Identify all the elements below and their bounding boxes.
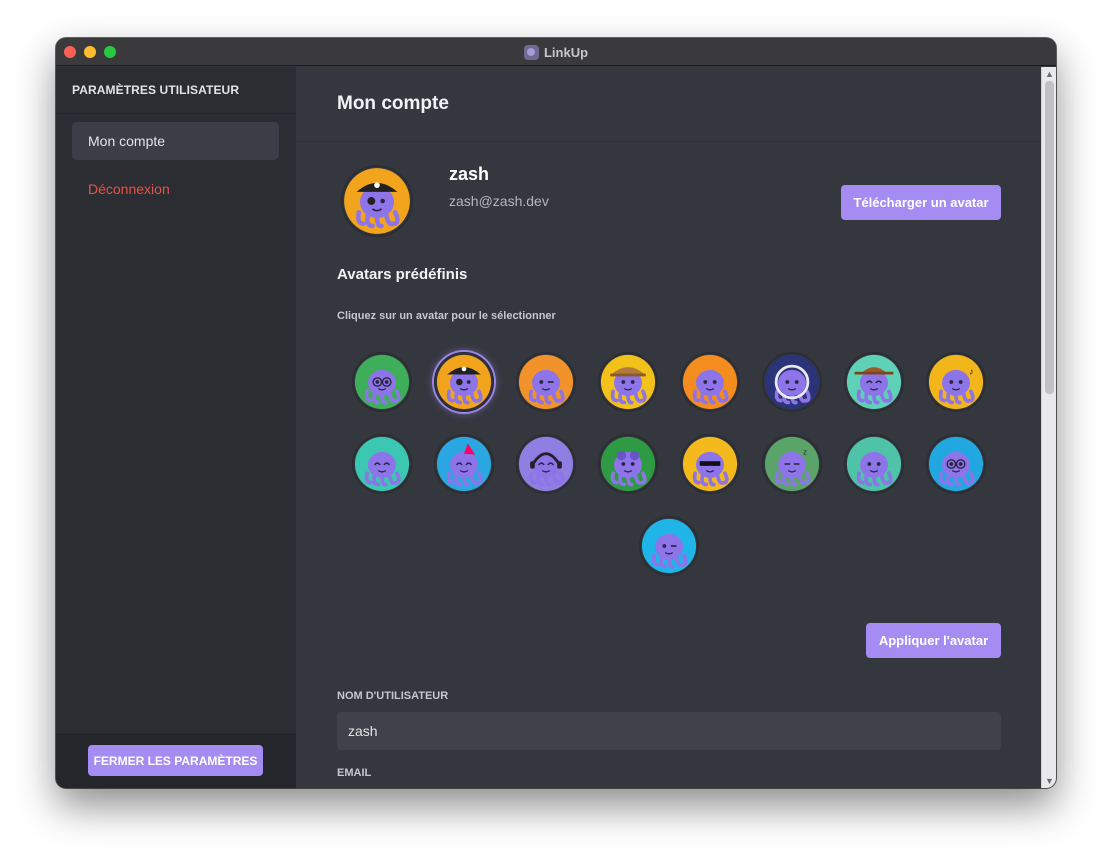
app-logo-icon: [523, 44, 539, 60]
username-label: NOM D'UTILISATEUR: [337, 690, 449, 702]
preset-avatar-wink[interactable]: [516, 352, 576, 412]
window-title-group: LinkUp: [56, 38, 1056, 66]
preset-avatar-happy[interactable]: [352, 434, 412, 494]
sidebar-footer: FERMER LES PARAMÈTRES: [56, 732, 296, 788]
page-title: Mon compte: [296, 67, 1041, 142]
sidebar-item-account[interactable]: Mon compte: [72, 122, 279, 160]
preset-avatar-explorer[interactable]: [598, 352, 658, 412]
preset-avatars-hint: Cliquez sur un avatar pour le sélectionn…: [337, 310, 556, 322]
scroll-thumb[interactable]: [1045, 81, 1054, 394]
title-bar: LinkUp: [56, 38, 1056, 66]
username-input[interactable]: [337, 712, 1001, 750]
preset-avatar-sunglasses[interactable]: [680, 434, 740, 494]
email-label: EMAIL: [337, 767, 372, 779]
preset-avatar-cowboy[interactable]: [844, 352, 904, 412]
preset-avatar-grumpy[interactable]: [680, 352, 740, 412]
apply-avatar-button[interactable]: Appliquer l'avatar: [866, 623, 1001, 658]
svg-text:♪: ♪: [969, 367, 974, 377]
account-panel: Mon compte zash zash@zash.dev Télécharge…: [296, 67, 1056, 788]
app-window: LinkUp PARAMÈTRES UTILISATEUR Mon compte…: [56, 38, 1056, 788]
scroll-up-arrow-icon[interactable]: ▲: [1042, 67, 1056, 81]
preset-avatar-frog[interactable]: [598, 434, 658, 494]
preset-avatar-wink-blue[interactable]: [639, 516, 699, 576]
settings-sidebar: PARAMÈTRES UTILISATEUR Mon compte Déconn…: [56, 67, 296, 788]
profile-avatar: [341, 165, 413, 237]
preset-avatar-sleepy[interactable]: z: [762, 434, 822, 494]
preset-avatar-pirate[interactable]: [434, 352, 494, 412]
scroll-down-arrow-icon[interactable]: ▼: [1042, 774, 1056, 788]
svg-text:z: z: [803, 448, 807, 457]
preset-avatars-title: Avatars prédéfinis: [337, 266, 468, 283]
upload-avatar-button[interactable]: Télécharger un avatar: [841, 185, 1001, 220]
preset-avatar-astronaut[interactable]: [762, 352, 822, 412]
preset-avatar-singer[interactable]: ♪: [926, 352, 986, 412]
scrollbar[interactable]: ▲ ▼: [1041, 67, 1056, 788]
preset-avatar-headphones[interactable]: [516, 434, 576, 494]
preset-avatar-worried[interactable]: [844, 434, 904, 494]
sidebar-item-logout[interactable]: Déconnexion: [72, 170, 279, 208]
profile-username: zash: [449, 164, 490, 184]
preset-avatar-party[interactable]: [434, 434, 494, 494]
preset-avatar-glasses-tie[interactable]: [352, 352, 412, 412]
close-settings-button[interactable]: FERMER LES PARAMÈTRES: [88, 745, 263, 776]
avatar-grid: ♪ z: [337, 352, 1001, 576]
profile-email: zash@zash.dev: [449, 193, 549, 209]
sidebar-header: PARAMÈTRES UTILISATEUR: [56, 67, 296, 114]
window-title: LinkUp: [543, 44, 589, 60]
preset-avatar-nerd-cup[interactable]: [926, 434, 986, 494]
